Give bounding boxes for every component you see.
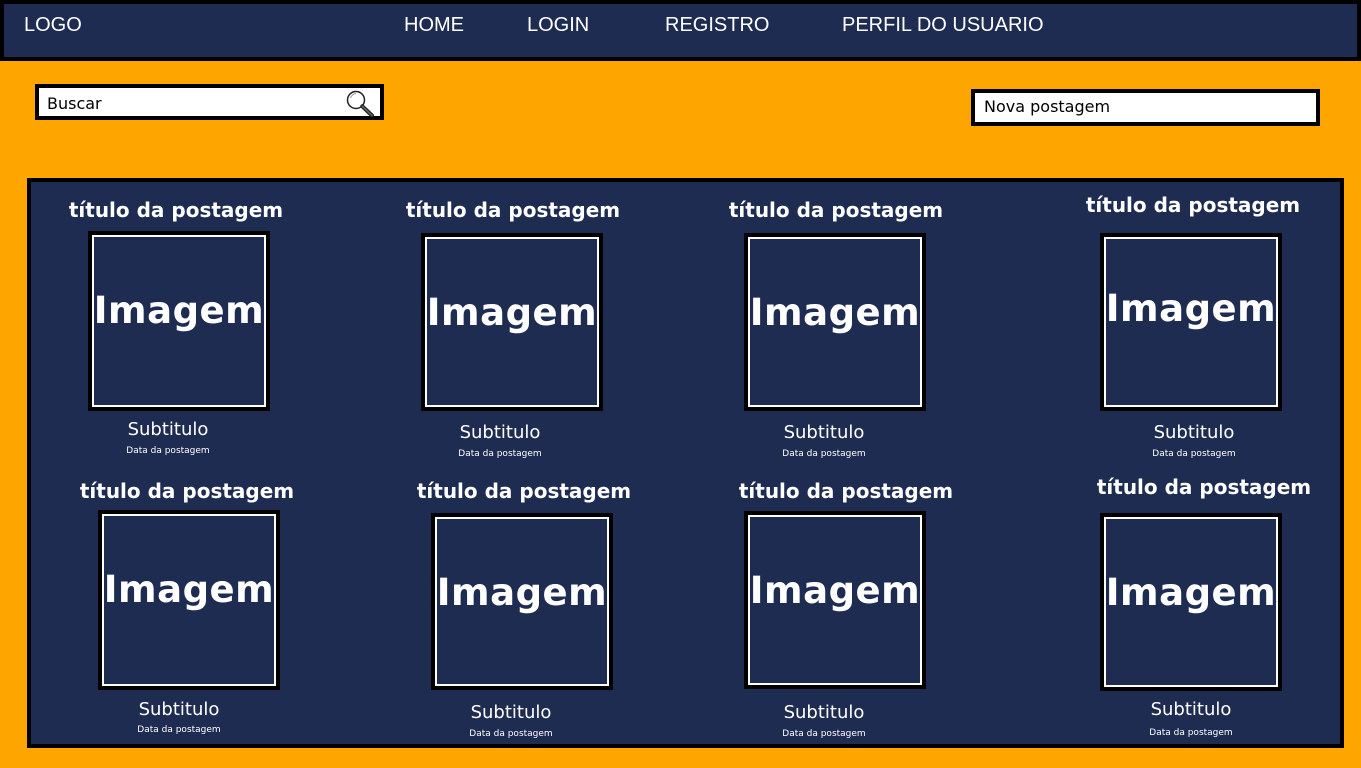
post-image[interactable]: Imagem [744,233,926,411]
post-image-label: Imagem [749,291,921,334]
post-title[interactable]: título da postagem [404,478,644,504]
search-icon[interactable] [345,89,375,117]
post-image[interactable]: Imagem [1100,513,1282,691]
post-title[interactable]: título da postagem [1084,474,1324,500]
post-card[interactable]: título da postagem Imagem Subtitulo Data… [1084,474,1324,744]
post-image[interactable]: Imagem [98,510,280,690]
post-subtitle: Subtitulo [783,422,865,443]
top-navbar: LOGO HOME LOGIN REGISTRO PERFIL DO USUAR… [0,0,1361,61]
post-image-label: Imagem [93,289,265,332]
posts-panel: título da postagem Imagem Subtitulo Data… [27,178,1344,748]
post-title[interactable]: título da postagem [1073,192,1313,218]
post-title[interactable]: título da postagem [393,197,633,223]
post-title[interactable]: título da postagem [726,478,966,504]
post-card[interactable]: título da postagem Imagem Subtitulo Data… [393,197,633,467]
post-image-label: Imagem [1105,287,1277,330]
post-date: Data da postagem [137,725,221,735]
post-subtitle: Subtitulo [783,702,865,723]
post-image-label: Imagem [426,291,598,334]
nav-registro-link[interactable]: REGISTRO [665,14,769,37]
search-input[interactable] [47,90,337,116]
post-image[interactable]: Imagem [744,511,926,689]
post-date: Data da postagem [1149,728,1233,738]
post-subtitle: Subtitulo [470,702,552,723]
nav-perfil-link[interactable]: PERFIL DO USUARIO [842,14,1044,37]
post-image-label: Imagem [749,569,921,612]
post-image[interactable]: Imagem [431,513,613,690]
post-title[interactable]: título da postagem [56,197,296,223]
new-post-label: Nova postagem [984,97,1111,116]
post-subtitle: Subtitulo [127,419,209,440]
post-date: Data da postagem [782,729,866,739]
post-date: Data da postagem [782,449,866,459]
post-image-label: Imagem [436,571,608,614]
post-card[interactable]: título da postagem Imagem Subtitulo Data… [716,197,956,467]
post-subtitle: Subtitulo [1153,422,1235,443]
nav-home-link[interactable]: HOME [404,14,464,37]
post-subtitle: Subtitulo [459,422,541,443]
post-date: Data da postagem [126,446,210,456]
post-image[interactable]: Imagem [421,233,603,411]
search-box [35,84,384,120]
post-image[interactable]: Imagem [1100,233,1282,411]
post-subtitle: Subtitulo [1150,699,1232,720]
post-date: Data da postagem [1152,449,1236,459]
post-title[interactable]: título da postagem [67,478,307,504]
post-card[interactable]: título da postagem Imagem Subtitulo Data… [404,478,644,748]
new-post-button[interactable]: Nova postagem [971,89,1320,126]
post-card[interactable]: título da postagem Imagem Subtitulo Data… [726,478,966,748]
post-date: Data da postagem [469,729,553,739]
post-image[interactable]: Imagem [88,231,270,411]
post-card[interactable]: título da postagem Imagem Subtitulo Data… [56,197,296,467]
post-title[interactable]: título da postagem [716,197,956,223]
post-image-label: Imagem [1105,571,1277,614]
post-card[interactable]: título da postagem Imagem Subtitulo Data… [1073,192,1313,462]
post-card[interactable]: título da postagem Imagem Subtitulo Data… [67,478,307,748]
post-date: Data da postagem [458,449,542,459]
post-subtitle: Subtitulo [138,699,220,720]
logo[interactable]: LOGO [24,14,82,37]
nav-login-link[interactable]: LOGIN [527,14,589,37]
post-image-label: Imagem [103,568,275,611]
